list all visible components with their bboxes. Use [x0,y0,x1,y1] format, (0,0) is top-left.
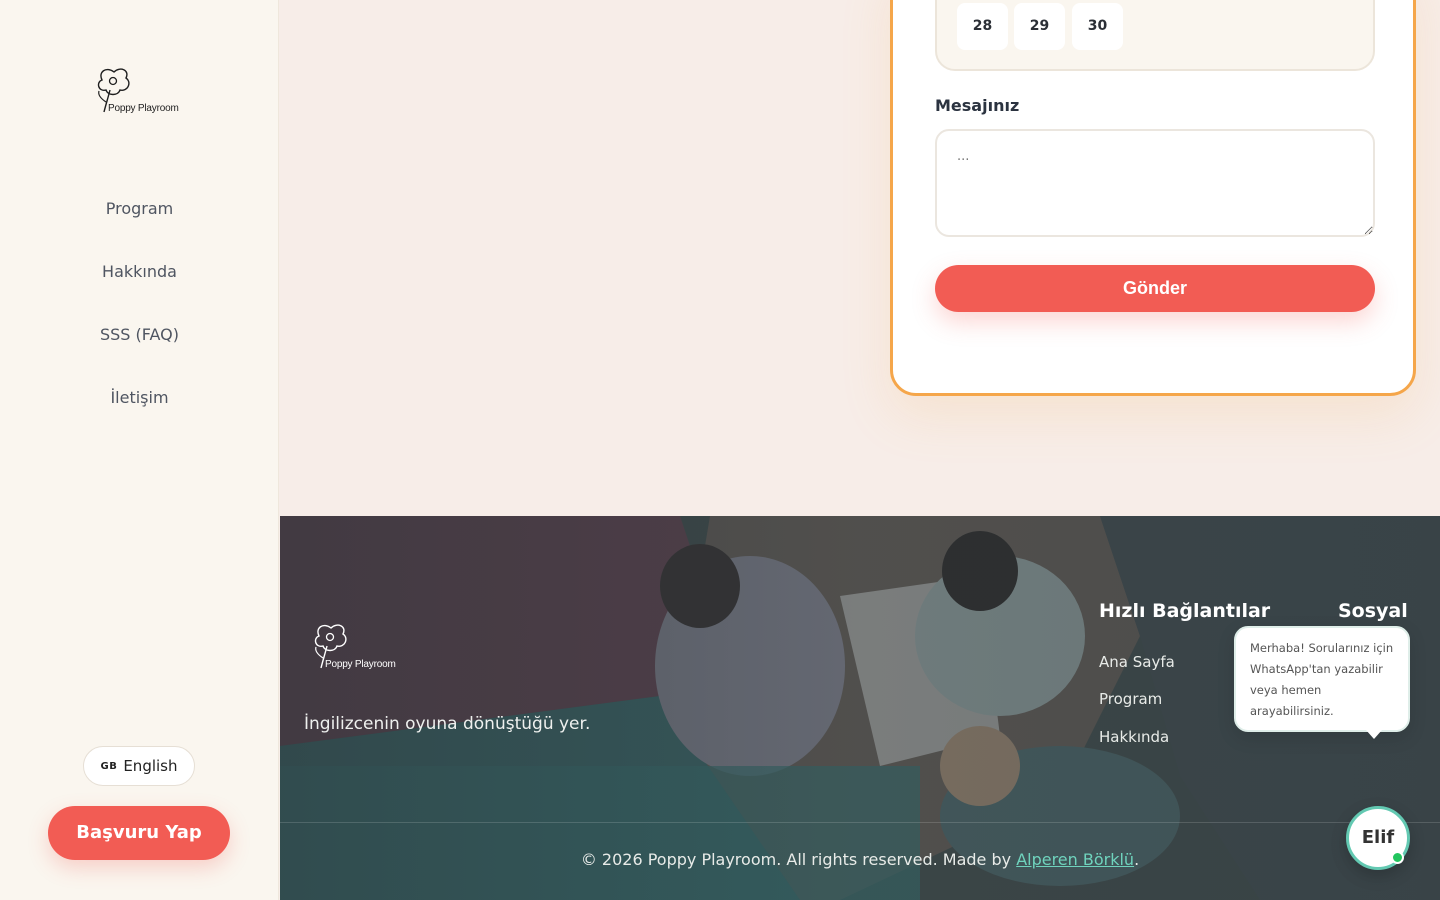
copyright-end: . [1134,850,1140,869]
chat-bubble[interactable]: Merhaba! Sorularınız için WhatsApp'tan y… [1234,626,1410,732]
social-title: Sosyal [1338,600,1408,622]
footer-brand-name: Poppy Playroom [325,659,396,670]
copyright: © 2026 Poppy Playroom. All rights reserv… [280,850,1440,869]
nav-about[interactable]: Hakkında [0,253,279,316]
chat-bubble-tail [1366,730,1382,739]
online-status-dot [1391,851,1404,864]
nav-program[interactable]: Program [0,190,279,253]
send-button[interactable]: Gönder [935,265,1375,312]
brand-logo[interactable]: Poppy Playroom [94,64,186,116]
apply-button[interactable]: Başvuru Yap [48,806,230,860]
nav-contact[interactable]: İletişim [0,379,279,442]
sidebar: Poppy Playroom Program Hakkında SSS (FAQ… [0,0,279,900]
copyright-text: © 2026 Poppy Playroom. All rights reserv… [580,850,1012,869]
nav-faq[interactable]: SSS (FAQ) [0,316,279,379]
footer-link-program[interactable]: Program [1099,690,1162,708]
contact-form-card: 28 29 30 Mesajınız Gönder [890,0,1416,396]
date-day[interactable]: 30 [1072,3,1123,50]
footer-link-home[interactable]: Ana Sayfa [1099,653,1175,671]
language-label: English [123,757,178,775]
gb-flag-icon: GB [100,760,118,772]
date-day[interactable]: 29 [1014,3,1065,50]
author-link[interactable]: Alperen Börklü [1016,850,1134,869]
footer-logo[interactable]: Poppy Playroom [311,620,403,672]
language-switch-button[interactable]: GB English [83,746,195,786]
footer-link-about[interactable]: Hakkında [1099,728,1169,746]
message-textarea[interactable] [935,129,1375,237]
message-label: Mesajınız [935,96,1020,115]
sidebar-nav: Program Hakkında SSS (FAQ) İletişim [0,190,279,442]
brand-name: Poppy Playroom [108,103,179,114]
date-picker: 28 29 30 [935,0,1375,71]
footer-divider [280,822,1440,823]
date-day[interactable]: 28 [957,3,1008,50]
quick-links-title: Hızlı Bağlantılar [1099,600,1271,622]
footer-tagline: İngilizcenin oyuna dönüştüğü yer. [304,714,591,734]
